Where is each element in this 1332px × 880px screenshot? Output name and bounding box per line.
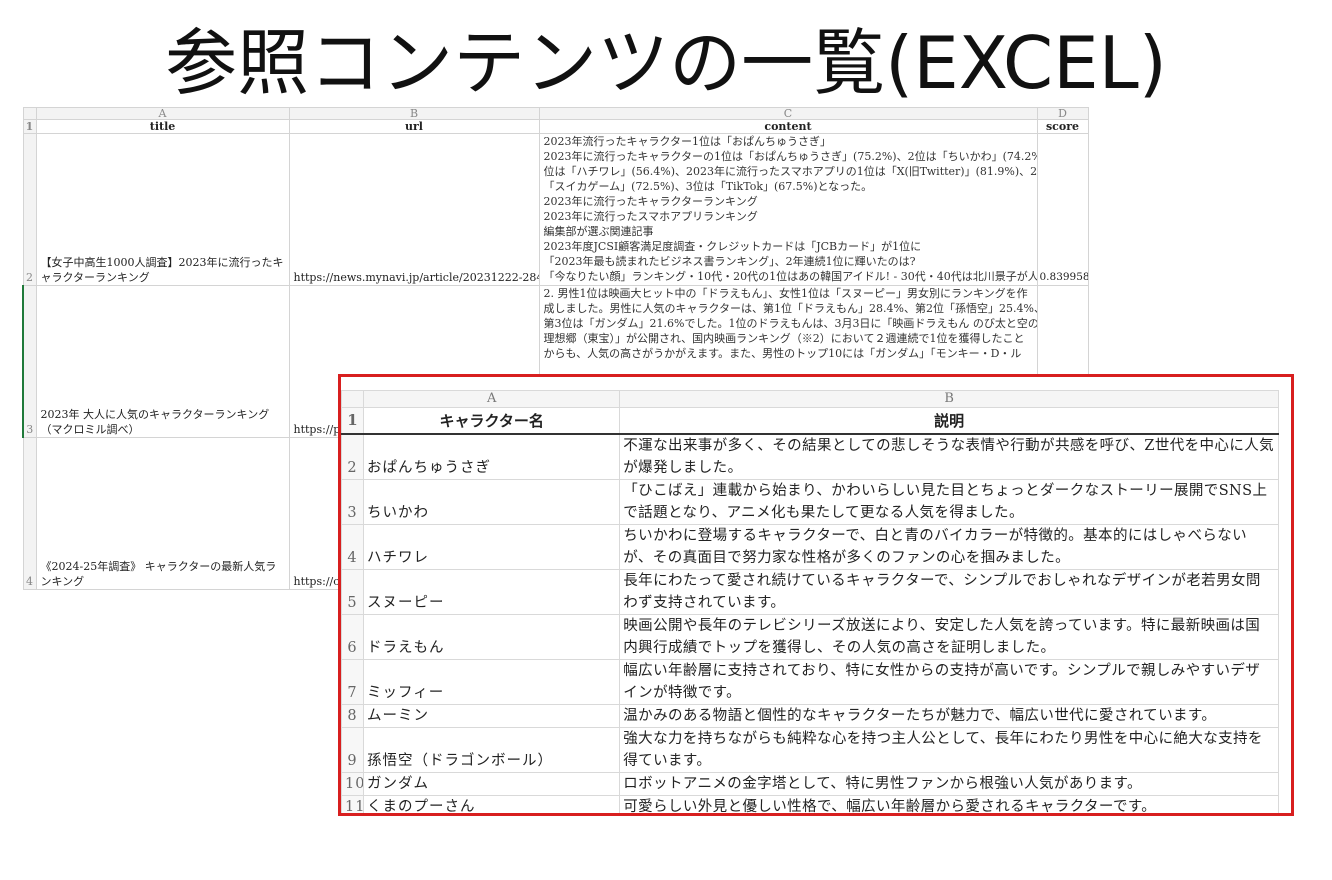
- content-line: 第3位は「ガンダム」21.6%でした。1位のドラえもんは、3月3日に「映画ドラえ…: [543, 317, 1037, 330]
- content-cell[interactable]: 2023年流行ったキャラクター1位は「おぱんちゅうさぎ」 2023年に流行ったキ…: [538, 133, 1038, 286]
- row-number[interactable]: 4: [22, 437, 37, 590]
- header-cell-score[interactable]: score: [1036, 119, 1089, 134]
- row-number[interactable]: 6: [341, 614, 365, 660]
- row-number[interactable]: 4: [341, 524, 365, 570]
- character-name-cell[interactable]: ムーミン: [363, 704, 621, 728]
- content-line: 2. 男性1位は映画大ヒット中の「ドラえもん」、女性1位は「スヌーピー」男女別に…: [543, 287, 1028, 300]
- content-line: からも、人気の高さがうかがえます。また、男性のトップ10には「ガンダム」「モンキ…: [543, 347, 1022, 360]
- character-name-cell[interactable]: ハチワレ: [363, 524, 621, 570]
- row-number[interactable]: 1: [341, 407, 365, 435]
- description-cell[interactable]: ロボットアニメの金字塔として、特に男性ファンから根強い人気があります。: [619, 772, 1279, 796]
- character-spreadsheet: A B 1 キャラクター名 説明 2 おぱんちゅうさぎ 不運な出来事が多く、その…: [338, 374, 1294, 816]
- row-number[interactable]: 10: [341, 772, 365, 796]
- description-cell[interactable]: 「ひこばえ」連載から始まり、かわいらしい見た目とちょっとダークなストーリー展開で…: [619, 479, 1279, 525]
- header-cell-character-name[interactable]: キャラクター名: [363, 407, 621, 435]
- header-cell-description[interactable]: 説明: [619, 407, 1279, 435]
- description-cell[interactable]: 映画公開や長年のテレビシリーズ放送により、安定した人気を誇っています。特に最新映…: [619, 614, 1279, 660]
- content-line: 成しました。男性に人気のキャラクターは、第1位「ドラえもん」28.4%、第2位「…: [543, 302, 1037, 315]
- content-line: 2023年度JCSI顧客満足度調査・クレジットカードは「JCBカード」が1位に: [543, 240, 922, 253]
- header-cell-content[interactable]: content: [538, 119, 1038, 134]
- column-header-b[interactable]: B: [619, 390, 1279, 408]
- title-cell[interactable]: 【女子中高生1000人調査】2023年に流行ったキャラクターランキング: [35, 133, 290, 286]
- content-line: 2023年に流行ったキャラクターランキング: [543, 195, 758, 208]
- row-number[interactable]: 11: [341, 795, 365, 813]
- title-cell[interactable]: 2023年 大人に人気のキャラクターランキング（マクロミル調べ）: [35, 285, 290, 438]
- content-line: 理想郷（東宝）」が公開され、国内映画ランキング（※2）において２週連続で1位を獲…: [543, 332, 1025, 345]
- description-cell[interactable]: 温かみのある物語と個性的なキャラクターたちが魅力で、幅広い世代に愛されています。: [619, 704, 1279, 728]
- score-cell[interactable]: 0.839958: [1036, 133, 1089, 286]
- row-number[interactable]: 2: [341, 433, 365, 480]
- description-cell[interactable]: 可愛らしい外見と優しい性格で、幅広い年齢層から愛されるキャラクターです。: [619, 795, 1279, 813]
- content-line: 「今なりたい顔」ランキング・10代・20代の1位はあの韓国アイドル! - 30代…: [543, 270, 1037, 283]
- row-number[interactable]: 8: [341, 704, 365, 728]
- description-cell[interactable]: 強大な力を持ちながらも純粋な心を持つ主人公として、長年にわたり男性を中心に絶大な…: [619, 727, 1279, 773]
- content-line: 2023年に流行ったキャラクターの1位は「おぱんちゅうさぎ」(75.2%)、2位…: [543, 150, 1037, 163]
- select-all-corner[interactable]: [22, 107, 37, 120]
- character-name-cell[interactable]: 孫悟空（ドラゴンボール）: [363, 727, 621, 773]
- column-header-a[interactable]: A: [363, 390, 621, 408]
- row-number[interactable]: 3: [341, 479, 365, 525]
- url-cell[interactable]: https://news.mynavi.jp/article/20231222-…: [288, 133, 540, 286]
- content-line: 「2023年最も読まれたビジネス書ランキング」、2年連続1位に輝いたのは?: [543, 255, 916, 268]
- description-cell[interactable]: 不運な出来事が多く、その結果としての悲しそうな表情や行動が共感を呼び、Z世代を中…: [619, 433, 1279, 480]
- header-cell-title[interactable]: title: [35, 119, 290, 134]
- slide-title: 参照コンテンツの一覧(EXCEL): [165, 21, 1167, 105]
- character-name-cell[interactable]: ガンダム: [363, 772, 621, 796]
- row-number[interactable]: 5: [341, 569, 365, 615]
- content-line: 編集部が選ぶ関連記事: [543, 225, 654, 238]
- row-number[interactable]: 7: [341, 659, 365, 705]
- character-name-cell[interactable]: ちいかわ: [363, 479, 621, 525]
- content-line: 2023年流行ったキャラクター1位は「おぱんちゅうさぎ」: [543, 135, 832, 148]
- header-cell-url[interactable]: url: [288, 119, 540, 134]
- description-cell[interactable]: 幅広い年齢層に支持されており、特に女性からの支持が高いです。シンプルで親しみやす…: [619, 659, 1279, 705]
- description-cell[interactable]: ちいかわに登場するキャラクターで、白と青のバイカラーが特徴的。基本的にはしゃべら…: [619, 524, 1279, 570]
- row-number[interactable]: 2: [22, 133, 37, 286]
- character-sheet-grid: A B 1 キャラクター名 説明 2 おぱんちゅうさぎ 不運な出来事が多く、その…: [341, 390, 1279, 813]
- character-name-cell[interactable]: スヌーピー: [363, 569, 621, 615]
- column-header-d[interactable]: D: [1036, 107, 1089, 120]
- character-name-cell[interactable]: くまのプーさん: [363, 795, 621, 813]
- character-name-cell[interactable]: ミッフィー: [363, 659, 621, 705]
- select-all-corner[interactable]: [341, 390, 365, 408]
- content-line: 位は「ハチワレ」(56.4%)、2023年に流行ったスマホアプリの1位は「X(旧…: [543, 165, 1037, 178]
- row-number[interactable]: 9: [341, 727, 365, 773]
- content-line: 2023年に流行ったスマホアプリランキング: [543, 210, 758, 223]
- description-cell[interactable]: 長年にわたって愛され続けているキャラクターで、シンプルでおしゃれなデザインが老若…: [619, 569, 1279, 615]
- row-number[interactable]: 3: [22, 285, 37, 438]
- column-header-b[interactable]: B: [288, 107, 540, 120]
- row-number[interactable]: 1: [22, 119, 37, 134]
- title-cell[interactable]: 《2024-25年調査》 キャラクターの最新人気ランキング: [35, 437, 290, 590]
- character-name-cell[interactable]: おぱんちゅうさぎ: [363, 433, 621, 480]
- character-name-cell[interactable]: ドラえもん: [363, 614, 621, 660]
- content-line: 「スイカゲーム」(72.5%)、3位は「TikTok」(67.5%)となった。: [543, 180, 873, 193]
- column-header-c[interactable]: C: [538, 107, 1038, 120]
- column-header-a[interactable]: A: [35, 107, 290, 120]
